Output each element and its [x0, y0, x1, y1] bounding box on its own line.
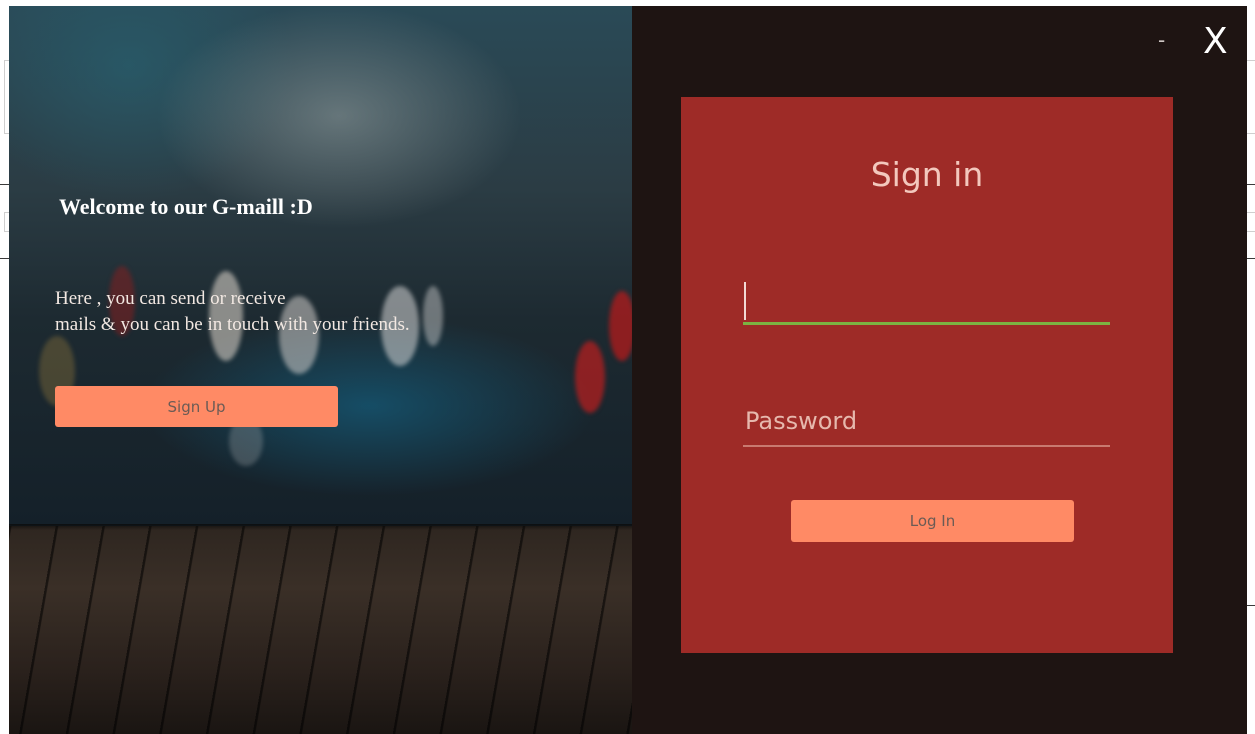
sign-in-title: Sign in [870, 155, 984, 194]
bokeh-light [609, 291, 632, 361]
log-in-button[interactable]: Log In [791, 500, 1074, 542]
welcome-description: Here , you can send or receive mails & y… [55, 288, 410, 335]
background-image [9, 6, 632, 528]
login-window: Welcome to our G-maill :D Here , you can… [9, 6, 1247, 734]
welcome-title: Welcome to our G-maill :D [59, 194, 313, 219]
welcome-panel: Welcome to our G-maill :D Here , you can… [9, 6, 632, 734]
sign-up-button[interactable]: Sign Up [55, 386, 338, 427]
bokeh-light [423, 286, 443, 346]
bokeh-light [575, 341, 605, 413]
password-field[interactable] [743, 397, 1110, 447]
sign-in-card: Sign in Log In [681, 97, 1173, 653]
username-field[interactable] [743, 277, 1110, 325]
wood-floor [9, 526, 632, 734]
close-button[interactable]: X [1203, 22, 1228, 62]
sign-in-panel: - X Sign in Log In [632, 6, 1247, 734]
floor-shadow [9, 524, 632, 530]
minimize-button[interactable]: - [1158, 30, 1165, 50]
text-caret [744, 282, 746, 320]
